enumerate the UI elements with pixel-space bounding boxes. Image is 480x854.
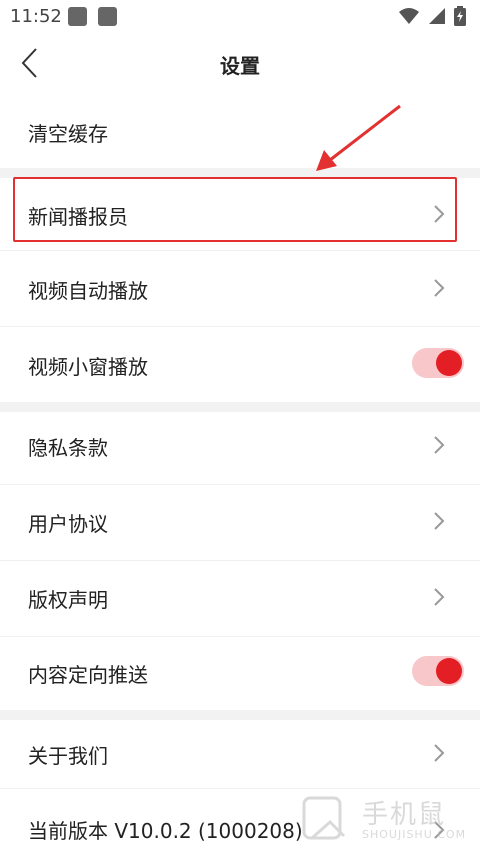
chevron-right-icon [434, 436, 445, 454]
mini-window-toggle[interactable] [412, 348, 464, 378]
watermark-text: 手机鼠 [362, 800, 447, 830]
chevron-right-icon [434, 512, 445, 530]
list-item-video-autoplay[interactable]: 视频自动播放 [0, 251, 480, 326]
watermark-logo-icon [302, 796, 346, 840]
list-item-label: 当前版本 V10.0.2 (1000208) [28, 819, 303, 843]
chevron-right-icon [434, 588, 445, 606]
list-item-label: 版权声明 [28, 588, 108, 612]
list-item-label: 隐私条款 [28, 436, 108, 460]
watermark: 手机鼠 SHOUJISHU.COM [300, 792, 470, 848]
chevron-right-icon [434, 279, 445, 297]
list-item-label: 关于我们 [28, 744, 108, 768]
list-item-label: 用户协议 [28, 512, 108, 536]
chevron-right-icon [434, 744, 445, 762]
list-item-video-mini-window: 视频小窗播放 [0, 327, 480, 402]
toggle-knob [436, 350, 462, 376]
watermark-subtext: SHOUJISHU.COM [362, 828, 467, 841]
list-item-label: 内容定向推送 [28, 663, 148, 687]
list-item-about-us[interactable]: 关于我们 [0, 720, 480, 788]
toggle-knob [436, 658, 462, 684]
list-item-copyright[interactable]: 版权声明 [0, 561, 480, 636]
section-divider [0, 402, 480, 412]
list-item-targeted-push: 内容定向推送 [0, 637, 480, 710]
list-item-privacy[interactable]: 隐私条款 [0, 412, 480, 484]
section-divider [0, 710, 480, 720]
list-item-label: 视频小窗播放 [28, 355, 148, 379]
targeted-push-toggle[interactable] [412, 656, 464, 686]
list-item-user-agreement[interactable]: 用户协议 [0, 485, 480, 560]
annotation-arrow-icon [316, 104, 401, 171]
list-item-label: 视频自动播放 [28, 279, 148, 303]
